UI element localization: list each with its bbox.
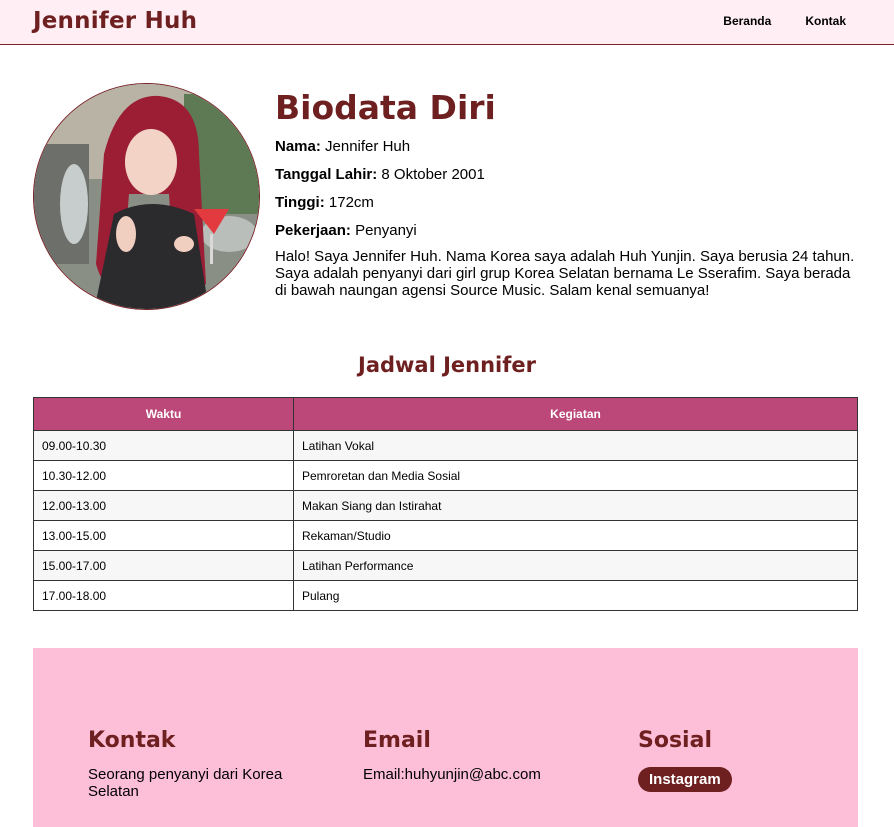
bio-label: Tinggi: (275, 194, 325, 211)
bio-title: Biodata Diri (275, 88, 496, 127)
table-row: 12.00-13.00 Makan Siang dan Istirahat (33, 490, 858, 521)
schedule-table: Waktu Kegiatan 09.00-10.30 Latihan Vokal… (33, 397, 858, 611)
cell-waktu: 15.00-17.00 (33, 550, 294, 581)
bio-label: Nama: (275, 138, 321, 155)
cell-waktu: 13.00-15.00 (33, 520, 294, 551)
cell-kegiatan: Pulang (293, 580, 858, 611)
footer-email-text[interactable]: Email:huhyunjin@abc.com (363, 766, 603, 783)
table-row: 09.00-10.30 Latihan Vokal (33, 430, 858, 461)
cell-waktu: 10.30-12.00 (33, 460, 294, 491)
footer-email-title: Email (363, 728, 431, 753)
table-row: 13.00-15.00 Rekaman/Studio (33, 520, 858, 551)
cell-waktu: 17.00-18.00 (33, 580, 294, 611)
footer-sosial-title: Sosial (638, 728, 712, 753)
nav-link-kontak[interactable]: Kontak (805, 14, 846, 28)
footer-kontak-title: Kontak (88, 728, 176, 753)
cell-kegiatan: Makan Siang dan Istirahat (293, 490, 858, 521)
profile-photo (33, 83, 260, 310)
table-header-row: Waktu Kegiatan (33, 397, 858, 431)
schedule-title: Jadwal Jennifer (358, 353, 536, 377)
table-row: 10.30-12.00 Pemroretan dan Media Sosial (33, 460, 858, 491)
top-navbar: Jennifer Huh Beranda Kontak (0, 0, 894, 45)
column-header-waktu: Waktu (33, 397, 294, 431)
nav-menu: Beranda Kontak (723, 14, 846, 28)
bio-field-tanggal-lahir: Tanggal Lahir: 8 Oktober 2001 (275, 166, 860, 184)
bio-field-tinggi: Tinggi: 172cm (275, 194, 860, 212)
site-brand[interactable]: Jennifer Huh (33, 8, 197, 34)
cell-kegiatan: Rekaman/Studio (293, 520, 858, 551)
cell-kegiatan: Pemroretan dan Media Sosial (293, 460, 858, 491)
table-row: 17.00-18.00 Pulang (33, 580, 858, 611)
bio-section: Biodata Diri Nama: Jennifer Huh Tanggal … (275, 88, 860, 299)
bio-label: Tanggal Lahir: (275, 166, 378, 183)
bio-value: 172cm (328, 194, 374, 211)
cell-waktu: 09.00-10.30 (33, 430, 294, 461)
table-row: 15.00-17.00 Latihan Performance (33, 550, 858, 581)
footer: Kontak Seorang penyanyi dari Korea Selat… (33, 648, 858, 827)
cell-kegiatan: Latihan Vokal (293, 430, 858, 461)
column-header-kegiatan: Kegiatan (293, 397, 858, 431)
bio-value: 8 Oktober 2001 (381, 166, 485, 183)
bio-label: Pekerjaan: (275, 222, 351, 239)
bio-field-pekerjaan: Pekerjaan: Penyanyi (275, 222, 860, 240)
bio-value: Penyanyi (355, 222, 417, 239)
bio-description: Halo! Saya Jennifer Huh. Nama Korea saya… (275, 248, 855, 299)
cell-waktu: 12.00-13.00 (33, 490, 294, 521)
footer-sosial: Sosial Instagram (638, 728, 838, 792)
cell-kegiatan: Latihan Performance (293, 550, 858, 581)
footer-kontak: Kontak Seorang penyanyi dari Korea Selat… (88, 728, 288, 800)
nav-link-beranda[interactable]: Beranda (723, 14, 771, 28)
footer-email: Email Email:huhyunjin@abc.com (363, 728, 603, 783)
bio-field-nama: Nama: Jennifer Huh (275, 138, 860, 156)
footer-kontak-text: Seorang penyanyi dari Korea Selatan (88, 766, 283, 800)
bio-value: Jennifer Huh (325, 138, 411, 155)
instagram-button[interactable]: Instagram (638, 767, 732, 792)
